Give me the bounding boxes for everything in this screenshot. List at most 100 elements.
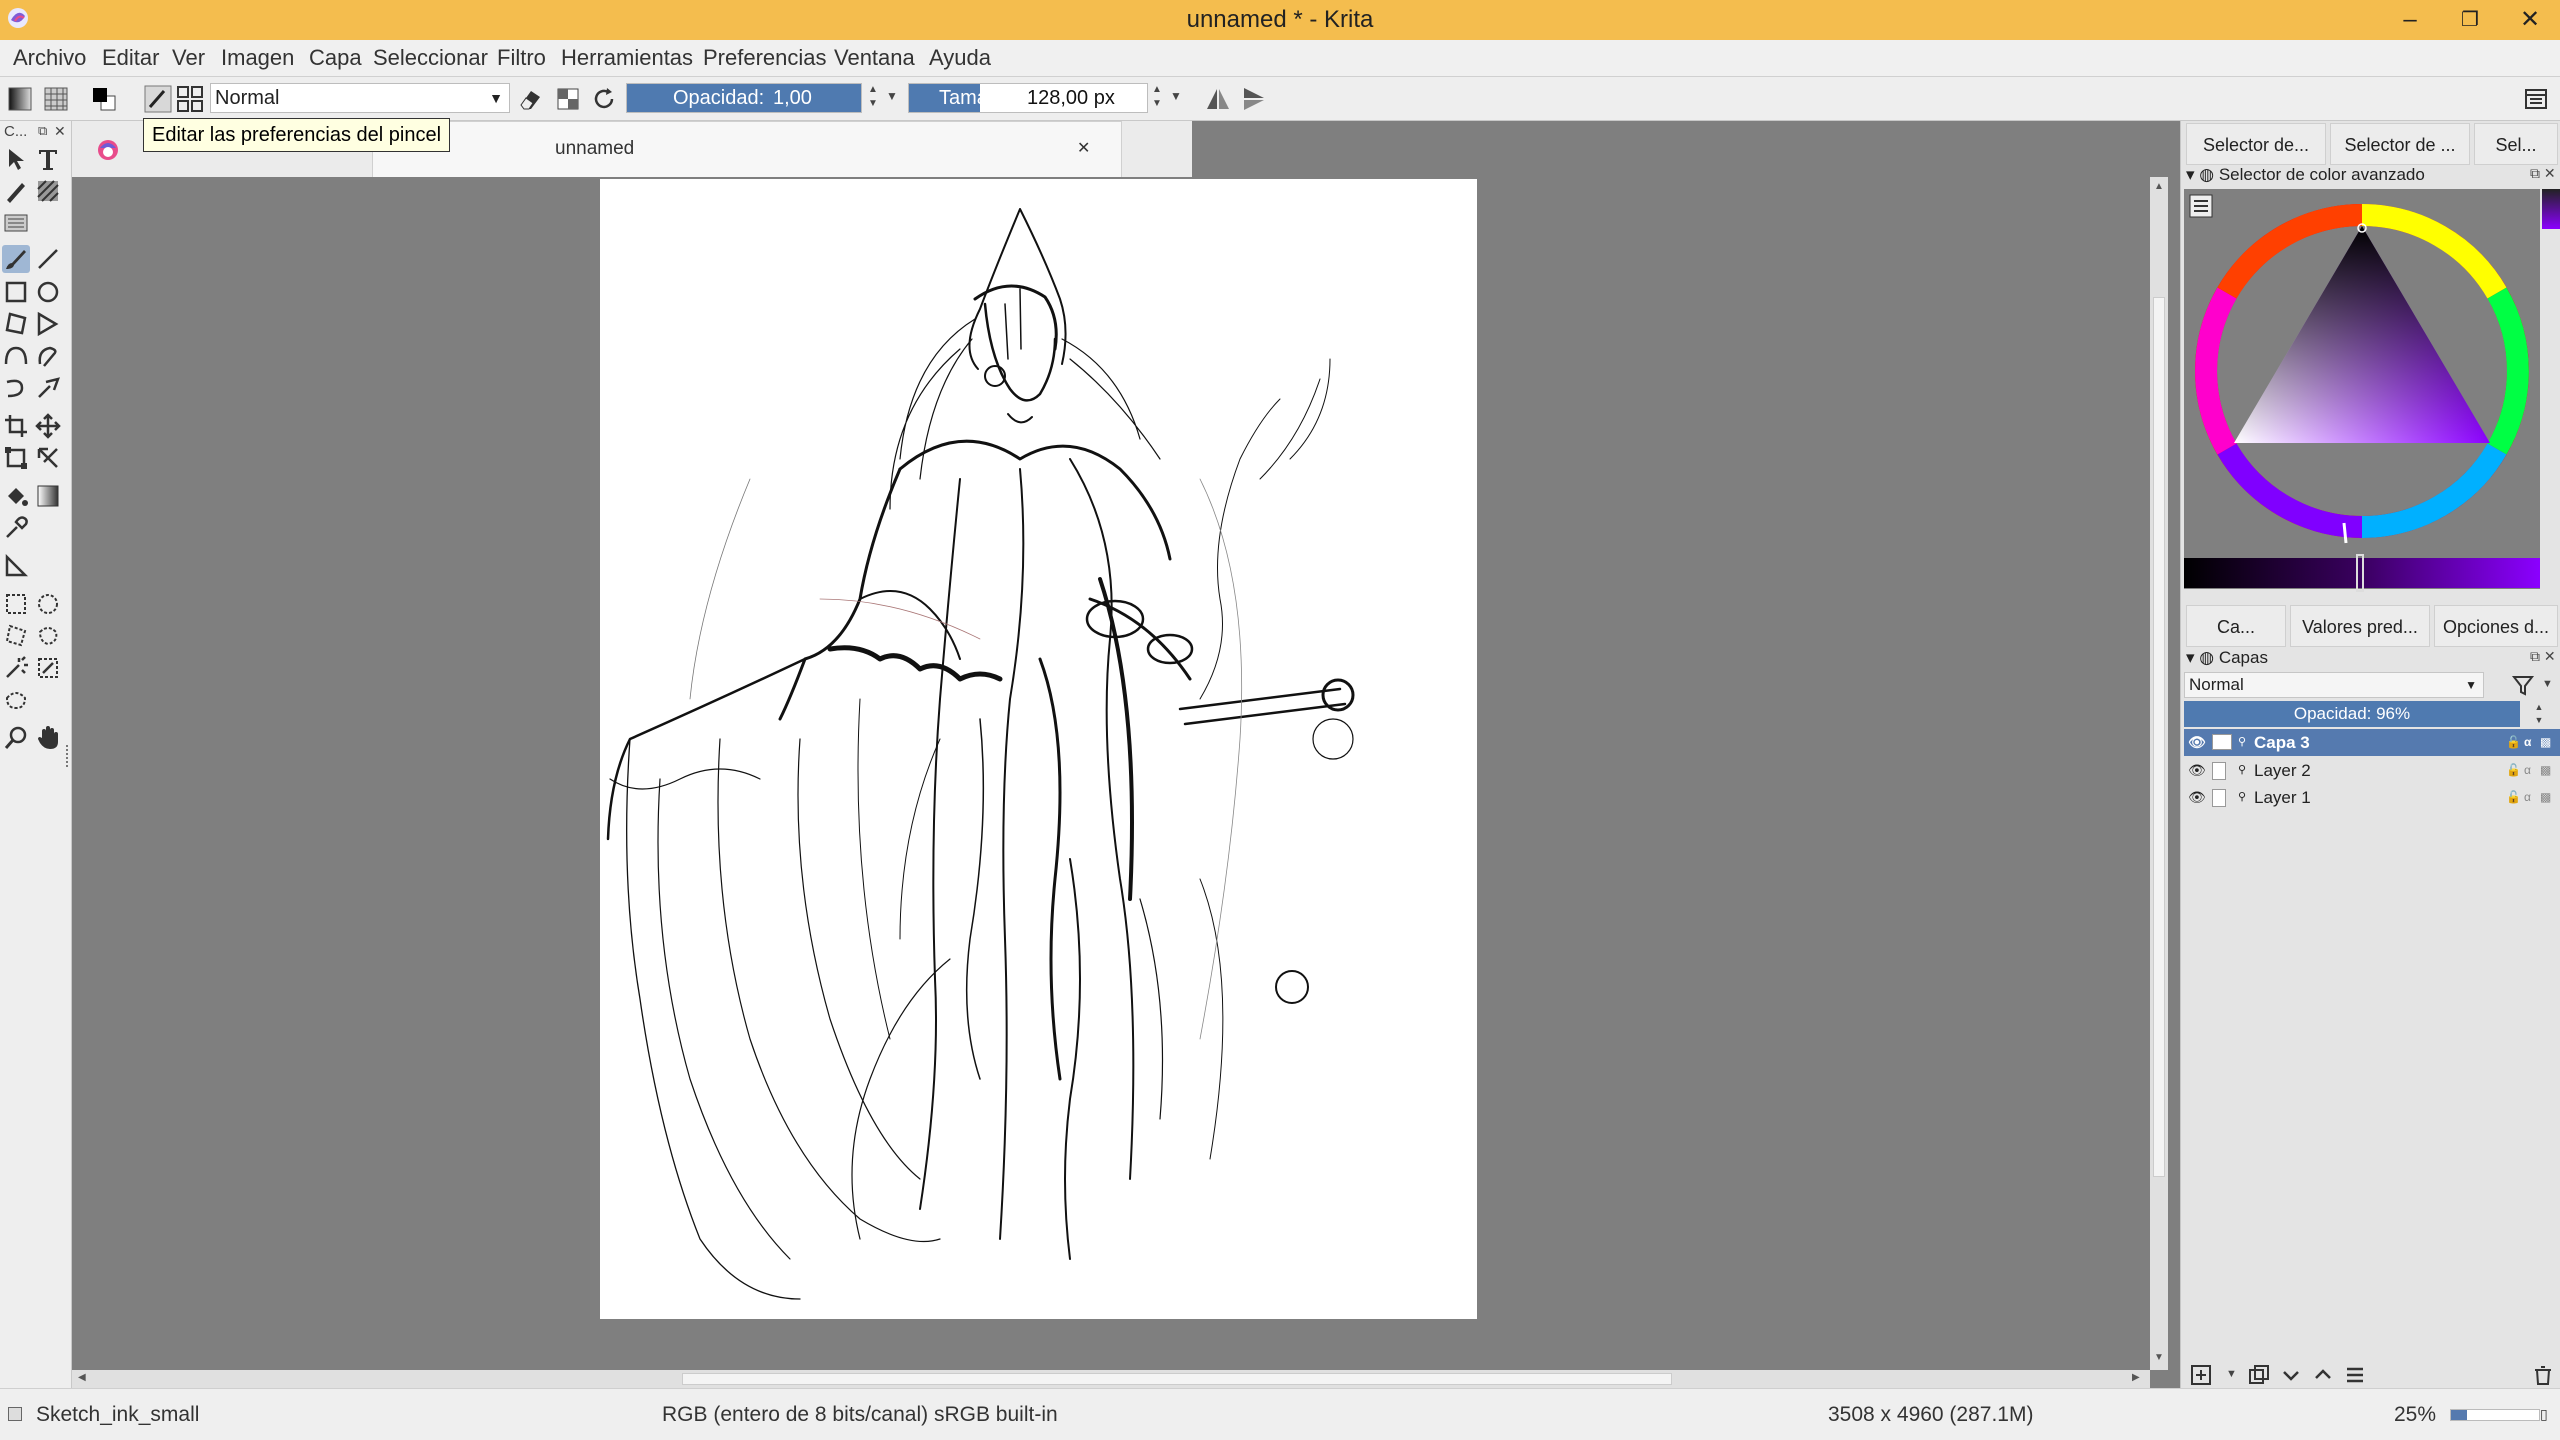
- brush-preset-icon[interactable]: [144, 85, 172, 113]
- toolbox-float-icon[interactable]: ⧉: [38, 123, 47, 139]
- menu-ayuda[interactable]: Ayuda: [929, 45, 991, 71]
- zoom-slider[interactable]: [2450, 1409, 2540, 1421]
- transform-tool-icon[interactable]: [2, 444, 30, 472]
- eraser-mode-icon[interactable]: [516, 85, 544, 113]
- horizontal-scrollbar[interactable]: ◀ ▶: [72, 1370, 2150, 1388]
- tab-selector-3[interactable]: Sel...: [2474, 123, 2558, 165]
- scroll-right-icon[interactable]: ▶: [2132, 1372, 2140, 1383]
- vertical-scroll-thumb[interactable]: [2153, 297, 2165, 1177]
- layer-inherit-alpha-icon[interactable]: ▩: [2540, 729, 2551, 756]
- color-selector-settings-icon[interactable]: [2188, 193, 2214, 219]
- brush-presets-grid-icon[interactable]: [176, 85, 204, 113]
- tab-options[interactable]: Opciones d...: [2434, 605, 2558, 647]
- layers-collapse-arrow-icon[interactable]: ▾ ◍: [2186, 648, 2214, 667]
- layer-lock-icon[interactable]: 🔓: [2506, 784, 2521, 811]
- text-tool-icon[interactable]: [34, 145, 62, 173]
- delete-layer-icon[interactable]: [2532, 1364, 2554, 1386]
- zoom-slider-handle-icon[interactable]: ▯: [2540, 1403, 2554, 1425]
- polyline-tool-icon[interactable]: [34, 310, 62, 338]
- close-tab-icon[interactable]: ✕: [1077, 138, 1090, 158]
- pan-tool-icon[interactable]: [34, 724, 62, 752]
- layer-row-layer-2[interactable]: 👁 ⚲ Layer 2 🔓 α ▩: [2184, 757, 2560, 784]
- tab-color-selector-2[interactable]: Selector de ...: [2330, 123, 2470, 165]
- layer-filter-icon[interactable]: [2510, 672, 2536, 698]
- visibility-eye-icon[interactable]: 👁: [2188, 757, 2206, 784]
- gradient-icon[interactable]: [6, 85, 34, 113]
- tab-presets[interactable]: Valores pred...: [2290, 605, 2430, 647]
- layer-inherit-alpha-icon[interactable]: ▩: [2540, 757, 2551, 784]
- layer-alpha-icon[interactable]: α: [2524, 729, 2531, 756]
- document-tab[interactable]: unnamed ✕: [372, 121, 1122, 177]
- color-wheel[interactable]: [2184, 189, 2540, 589]
- calligraphy-tool-icon[interactable]: [2, 177, 30, 205]
- select-shapes-tool-icon[interactable]: [2, 145, 30, 173]
- preserve-alpha-icon[interactable]: [554, 85, 582, 113]
- size-menu-chevron-icon[interactable]: ▼: [1170, 89, 1182, 103]
- duplicate-layer-icon[interactable]: [2248, 1364, 2270, 1386]
- opacity-slider[interactable]: Opacidad: 1,00: [626, 83, 862, 113]
- layer-alpha-icon[interactable]: α: [2524, 757, 2531, 784]
- visibility-eye-icon[interactable]: 👁: [2188, 729, 2206, 756]
- fill-tool-icon[interactable]: [2, 482, 30, 510]
- menu-capa[interactable]: Capa: [309, 45, 362, 71]
- tab-channels[interactable]: Ca...: [2186, 605, 2286, 647]
- contiguous-selection-tool-icon[interactable]: [2, 654, 30, 682]
- gradient-edit-tool-icon[interactable]: [2, 209, 30, 237]
- layer-opacity-spin[interactable]: ▲ ▼: [2530, 701, 2548, 727]
- toolbox-splitter[interactable]: [66, 745, 70, 767]
- line-tool-icon[interactable]: [34, 245, 62, 273]
- add-layer-chevron-icon[interactable]: ▼: [2226, 1368, 2237, 1380]
- pattern-icon[interactable]: [42, 85, 70, 113]
- scroll-left-icon[interactable]: ◀: [78, 1372, 86, 1383]
- freehand-selection-tool-icon[interactable]: [34, 622, 62, 650]
- ellipse-tool-icon[interactable]: [34, 278, 62, 306]
- layer-lock-icon[interactable]: 🔓: [2506, 757, 2521, 784]
- layer-properties-icon[interactable]: [2344, 1364, 2366, 1386]
- move-layer-up-icon[interactable]: [2312, 1364, 2334, 1386]
- minimize-button[interactable]: –: [2380, 0, 2440, 40]
- rectangle-tool-icon[interactable]: [2, 278, 30, 306]
- menu-seleccionar[interactable]: Seleccionar: [373, 45, 488, 71]
- layer-name[interactable]: Capa 3: [2254, 729, 2310, 756]
- size-spin[interactable]: ▲ ▼: [1148, 83, 1166, 113]
- menu-ver[interactable]: Ver: [172, 45, 205, 71]
- menu-preferencias[interactable]: Preferencias: [703, 45, 827, 71]
- menu-ventana[interactable]: Ventana: [834, 45, 915, 71]
- reload-preset-icon[interactable]: [590, 85, 618, 113]
- mirror-horizontal-icon[interactable]: [1204, 85, 1232, 113]
- layer-lock-icon[interactable]: 🔓: [2506, 729, 2521, 756]
- menu-herramientas[interactable]: Herramientas: [561, 45, 693, 71]
- menu-imagen[interactable]: Imagen: [221, 45, 294, 71]
- menu-archivo[interactable]: Archivo: [13, 45, 86, 71]
- scroll-up-icon[interactable]: ▲: [2154, 181, 2164, 192]
- collapse-arrow-icon[interactable]: ▾ ◍: [2186, 165, 2214, 184]
- layer-filter-chevron-icon[interactable]: ▼: [2542, 678, 2553, 690]
- freehand-brush-tool-icon[interactable]: [2, 245, 30, 273]
- foreground-background-color-icon[interactable]: [90, 85, 118, 113]
- move-layer-down-icon[interactable]: [2280, 1364, 2302, 1386]
- layer-inherit-alpha-icon[interactable]: ▩: [2540, 784, 2551, 811]
- menu-filtro[interactable]: Filtro: [497, 45, 546, 71]
- blend-mode-select[interactable]: Normal ▼: [210, 83, 510, 113]
- shade-bar-handle[interactable]: [2356, 554, 2364, 592]
- elliptical-selection-tool-icon[interactable]: [34, 590, 62, 618]
- layer-name[interactable]: Layer 1: [2254, 784, 2311, 811]
- menu-editar[interactable]: Editar: [102, 45, 159, 71]
- zoom-level[interactable]: 25%: [2394, 1389, 2436, 1440]
- opacity-spin[interactable]: ▲ ▼: [864, 83, 882, 113]
- layer-row-layer-1[interactable]: 👁 ⚲ Layer 1 🔓 α ▩: [2184, 784, 2560, 811]
- measure-assistant-tool-icon[interactable]: [34, 444, 62, 472]
- similar-color-selection-tool-icon[interactable]: [34, 654, 62, 682]
- opacity-menu-chevron-icon[interactable]: ▼: [886, 89, 898, 103]
- layer-alpha-icon[interactable]: α: [2524, 784, 2531, 811]
- bezier-curve-tool-icon[interactable]: [2, 342, 30, 370]
- move-tool-icon[interactable]: [34, 412, 62, 440]
- maximize-button[interactable]: ❐: [2440, 0, 2500, 40]
- pattern-edit-tool-icon[interactable]: [34, 177, 62, 205]
- scroll-down-icon[interactable]: ▼: [2154, 1352, 2164, 1363]
- visibility-eye-icon[interactable]: 👁: [2188, 784, 2206, 811]
- tab-color-selector-1[interactable]: Selector de...: [2186, 123, 2326, 165]
- canvas-document[interactable]: [600, 179, 1477, 1319]
- vertical-scrollbar[interactable]: ▲ ▼: [2150, 177, 2168, 1370]
- advanced-color-selector[interactable]: [2184, 189, 2540, 589]
